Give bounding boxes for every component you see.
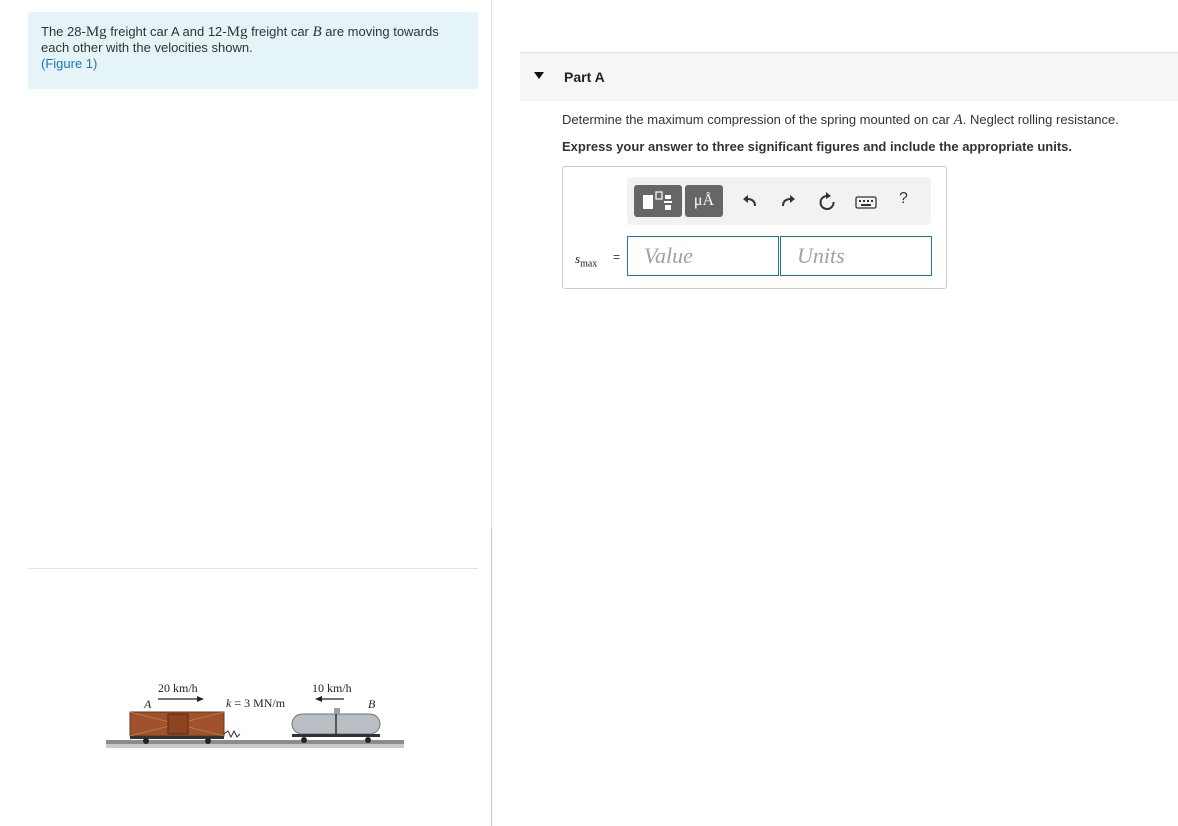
keyboard-icon[interactable] [855, 191, 877, 213]
figure-1[interactable]: 20 km/h 10 km/h A B k = 3 MN/m [100, 676, 415, 756]
figure-link[interactable]: (Figure 1) [41, 56, 97, 71]
equals-sign: = [613, 250, 621, 264]
answer-box: μÅ ? smax = Value Units [562, 166, 947, 289]
left-pane: The 28-Mg freight car A and 12-Mg freigh… [0, 0, 492, 826]
templates-button[interactable] [634, 185, 682, 217]
separator [28, 568, 478, 569]
mass-unit: Mg [226, 24, 248, 40]
redo-icon[interactable] [777, 191, 799, 213]
problem-text: freight car [247, 24, 313, 39]
car-b-var: B [312, 24, 322, 40]
problem-text: freight car A and 12- [106, 24, 227, 39]
units-input[interactable]: Units [780, 236, 932, 276]
spring [223, 729, 241, 739]
help-button[interactable]: ? [899, 190, 921, 212]
rail [106, 740, 404, 744]
problem-statement: The 28-Mg freight car A and 12-Mg freigh… [28, 12, 478, 89]
undo-icon[interactable] [739, 191, 761, 213]
templates-icon [643, 191, 672, 210]
part-header[interactable]: Part A [520, 53, 1178, 101]
instructions: Express your answer to three significant… [562, 139, 1072, 154]
value-input[interactable]: Value [627, 236, 779, 276]
velocity-a-arrowhead [197, 696, 204, 702]
answer-variable: smax [575, 251, 598, 270]
train-diagram [106, 696, 404, 748]
right-pane: Part A Determine the maximum compression… [492, 0, 1178, 826]
velocity-b-arrowhead [315, 696, 322, 702]
mass-unit: Mg [85, 24, 107, 40]
rail-bed [106, 744, 404, 748]
units-button[interactable]: μÅ [685, 185, 723, 217]
reset-icon[interactable] [816, 191, 838, 213]
math-toolbar: μÅ ? [627, 177, 931, 225]
car-a-var: A [953, 112, 963, 128]
car-a-door [167, 713, 189, 735]
collapse-caret-icon[interactable] [534, 72, 544, 79]
part-label: Part A [564, 69, 605, 85]
question-text: Determine the maximum compression of the… [562, 112, 1119, 128]
problem-text: The 28- [41, 24, 86, 39]
